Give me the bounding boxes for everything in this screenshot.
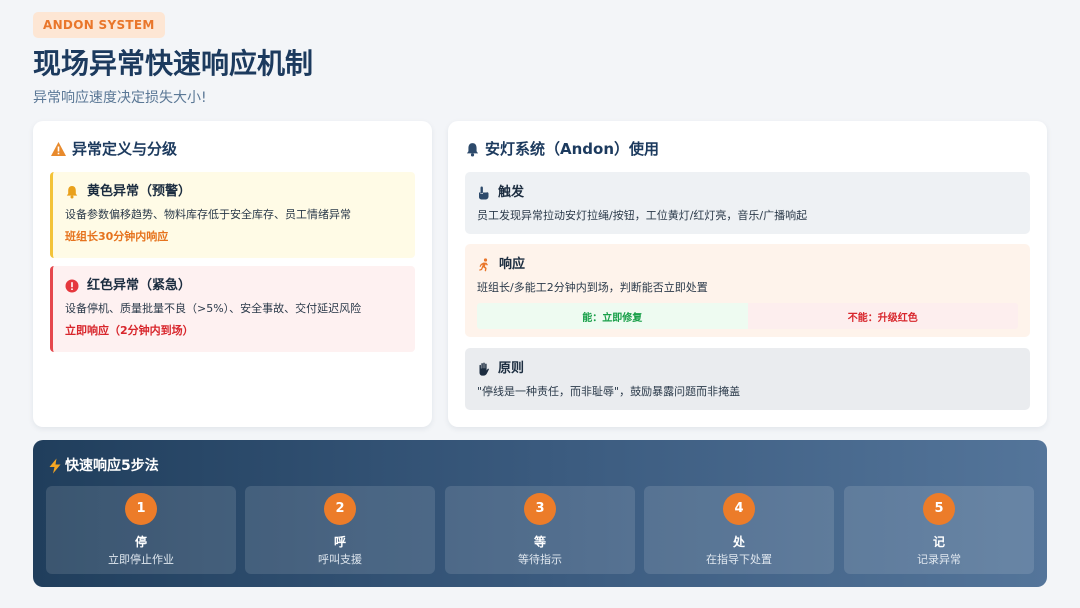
step-number-5: 5 <box>923 493 955 525</box>
step-name-4: 处 <box>732 535 745 549</box>
yellow-anomaly-response: 班组长30分钟内响应 <box>65 230 169 243</box>
step-number-1: 1 <box>125 493 157 525</box>
respond-desc: 班组长/多能工2分钟内到场，判断能否立即处置 <box>477 281 708 294</box>
respond-block: 响应 班组长/多能工2分钟内到场，判断能否立即处置 能：立即修复 不能：升级红色 <box>465 244 1030 337</box>
red-anomaly-desc: 设备停机、质量批量不良（>5%）、安全事故、交付延迟风险 <box>65 302 362 315</box>
yellow-anomaly-desc: 设备参数偏移趋势、物料库存低于安全库存、员工情绪异常 <box>65 208 351 221</box>
option-escalate-red: 不能：升级红色 <box>747 303 1018 329</box>
trigger-title: 触发 <box>498 185 525 200</box>
respond-options: 能：立即修复 不能：升级红色 <box>477 303 1018 329</box>
principle-block: 原则 "停线是一种责任，而非耻辱"，鼓励暴露问题而非掩盖 <box>465 348 1030 410</box>
step-name-3: 等 <box>533 535 546 549</box>
step-number-3: 3 <box>524 493 556 525</box>
yellow-anomaly-title: 黄色异常（预警） <box>87 184 192 199</box>
bell-icon <box>465 142 480 157</box>
running-person-icon <box>477 258 491 272</box>
step-card-4: 4 处 在指导下处置 <box>644 486 834 574</box>
anomaly-definition-card: 异常定义与分级 黄色异常（预警） 设备参数偏移趋势、物料库存低于安全库存、员工情… <box>33 121 432 427</box>
step-card-3: 3 等 等待指示 <box>445 486 635 574</box>
principle-desc: "停线是一种责任，而非耻辱"，鼓励暴露问题而非掩盖 <box>477 385 741 398</box>
step-card-1: 1 停 立即停止作业 <box>46 486 236 574</box>
page-subtitle: 异常响应速度决定损失大小! <box>33 90 207 106</box>
five-steps-header: 快速响应5步法 <box>48 456 159 476</box>
andon-usage-title: 安灯系统（Andon）使用 <box>485 140 660 158</box>
pointing-hand-icon <box>477 186 490 200</box>
step-desc-1: 立即停止作业 <box>108 553 174 566</box>
step-desc-2: 呼叫支援 <box>318 553 362 566</box>
red-anomaly-block: 红色异常（紧急） 设备停机、质量批量不良（>5%）、安全事故、交付延迟风险 立即… <box>50 266 415 352</box>
red-anomaly-response: 立即响应（2分钟内到场） <box>65 324 194 337</box>
respond-title: 响应 <box>499 257 526 272</box>
step-card-2: 2 呼 呼叫支援 <box>245 486 435 574</box>
five-steps-title: 快速响应5步法 <box>65 458 159 474</box>
anomaly-definition-header: 异常定义与分级 <box>50 139 177 159</box>
step-number-4: 4 <box>723 493 755 525</box>
anomaly-definition-title: 异常定义与分级 <box>72 140 178 158</box>
bell-icon <box>65 185 79 199</box>
system-badge: ANDON SYSTEM <box>33 12 165 38</box>
five-steps-panel: 快速响应5步法 1 停 立即停止作业 2 呼 呼叫支援 3 等 等待指示 4 处… <box>33 440 1047 587</box>
principle-title: 原则 <box>498 361 525 376</box>
step-name-1: 停 <box>134 535 147 549</box>
step-card-5: 5 记 记录异常 <box>844 486 1034 574</box>
step-number-2: 2 <box>324 493 356 525</box>
exclamation-circle-icon <box>65 279 79 293</box>
lightning-icon <box>48 458 62 474</box>
option-fix-now: 能：立即修复 <box>477 303 748 329</box>
step-name-5: 记 <box>932 535 945 549</box>
warning-triangle-icon <box>50 141 67 157</box>
trigger-block: 触发 员工发现异常拉动安灯拉绳/按钮，工位黄灯/红灯亮，音乐/广播响起 <box>465 172 1030 234</box>
andon-usage-header: 安灯系统（Andon）使用 <box>465 139 659 159</box>
step-desc-5: 记录异常 <box>917 553 961 566</box>
step-desc-4: 在指导下处置 <box>706 553 772 566</box>
step-desc-3: 等待指示 <box>518 553 562 566</box>
hand-icon <box>477 362 490 376</box>
step-name-2: 呼 <box>333 535 346 549</box>
red-anomaly-title: 红色异常（紧急） <box>87 278 192 293</box>
trigger-desc: 员工发现异常拉动安灯拉绳/按钮，工位黄灯/红灯亮，音乐/广播响起 <box>477 209 808 222</box>
andon-usage-card: 安灯系统（Andon）使用 触发 员工发现异常拉动安灯拉绳/按钮，工位黄灯/红灯… <box>448 121 1047 427</box>
page-title: 现场异常快速响应机制 <box>33 47 314 80</box>
yellow-anomaly-block: 黄色异常（预警） 设备参数偏移趋势、物料库存低于安全库存、员工情绪异常 班组长3… <box>50 172 415 258</box>
